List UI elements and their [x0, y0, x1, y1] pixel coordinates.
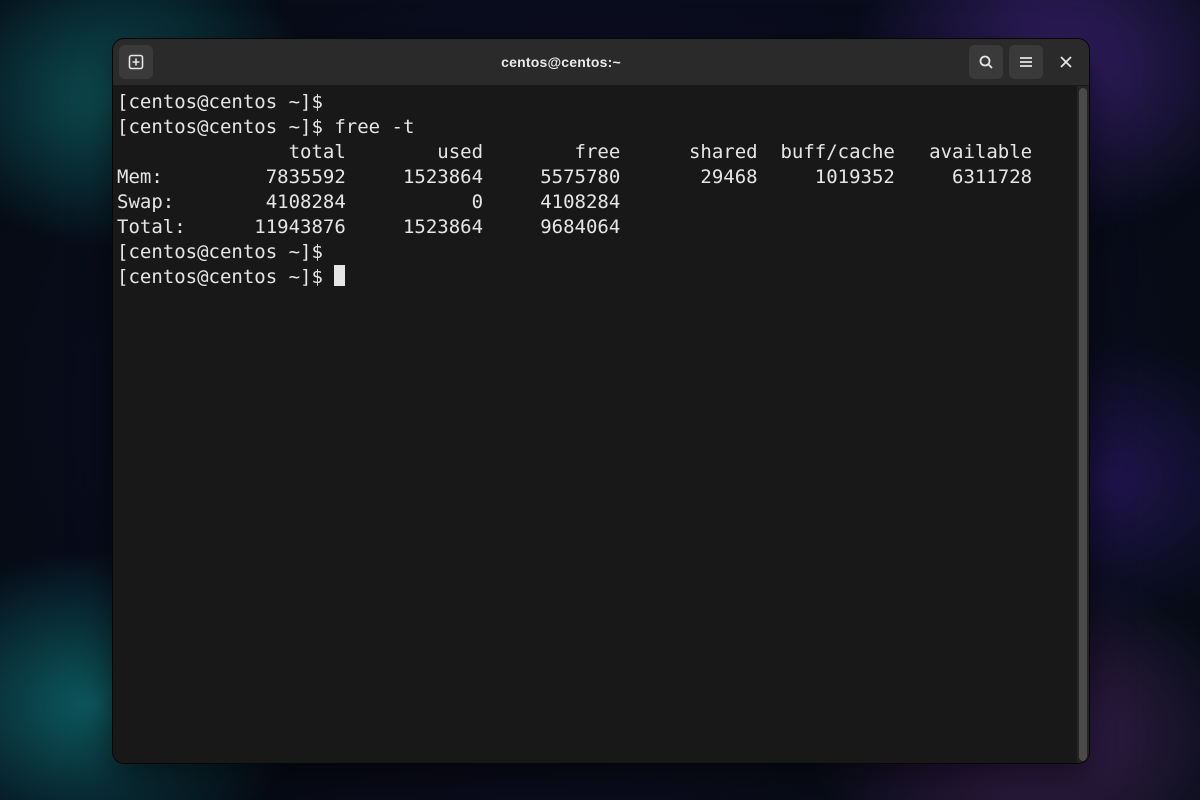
terminal-line: [centos@centos ~]$ free -t	[117, 115, 1077, 140]
terminal-line-text: [centos@centos ~]$	[117, 241, 334, 263]
close-icon	[1059, 55, 1073, 69]
terminal-line: [centos@centos ~]$	[117, 240, 1077, 265]
terminal-line-text: Total: 11943876 1523864 9684064	[117, 216, 620, 238]
terminal-line-text: Swap: 4108284 0 4108284	[117, 191, 620, 213]
menu-button[interactable]	[1009, 45, 1043, 79]
terminal-line: Mem: 7835592 1523864 5575780 29468 10193…	[117, 165, 1077, 190]
terminal-line: [centos@centos ~]$	[117, 265, 1077, 290]
new-tab-icon	[127, 53, 145, 71]
search-icon	[978, 54, 994, 70]
terminal-output[interactable]: [centos@centos ~]$ [centos@centos ~]$ fr…	[113, 86, 1077, 763]
new-tab-button[interactable]	[119, 45, 153, 79]
desktop-wallpaper: centos@centos:~	[0, 0, 1200, 800]
terminal-line-text: total used free shared buff/cache availa…	[117, 141, 1032, 163]
close-button[interactable]	[1049, 45, 1083, 79]
scrollbar-thumb[interactable]	[1079, 88, 1087, 761]
terminal-line-text: [centos@centos ~]$	[117, 266, 334, 288]
terminal-line: Total: 11943876 1523864 9684064	[117, 215, 1077, 240]
terminal-body-wrap: [centos@centos ~]$ [centos@centos ~]$ fr…	[113, 86, 1089, 763]
terminal-line: [centos@centos ~]$	[117, 90, 1077, 115]
window-titlebar[interactable]: centos@centos:~	[113, 39, 1089, 86]
terminal-line: total used free shared buff/cache availa…	[117, 140, 1077, 165]
search-button[interactable]	[969, 45, 1003, 79]
terminal-cursor	[334, 265, 345, 286]
terminal-line-text: [centos@centos ~]$ free -t	[117, 116, 414, 138]
terminal-window: centos@centos:~	[112, 38, 1090, 764]
scrollbar-track[interactable]	[1077, 86, 1089, 763]
window-title: centos@centos:~	[159, 54, 963, 70]
terminal-line-text: Mem: 7835592 1523864 5575780 29468 10193…	[117, 166, 1032, 188]
hamburger-menu-icon	[1018, 54, 1034, 70]
terminal-line-text: [centos@centos ~]$	[117, 91, 334, 113]
terminal-line: Swap: 4108284 0 4108284	[117, 190, 1077, 215]
